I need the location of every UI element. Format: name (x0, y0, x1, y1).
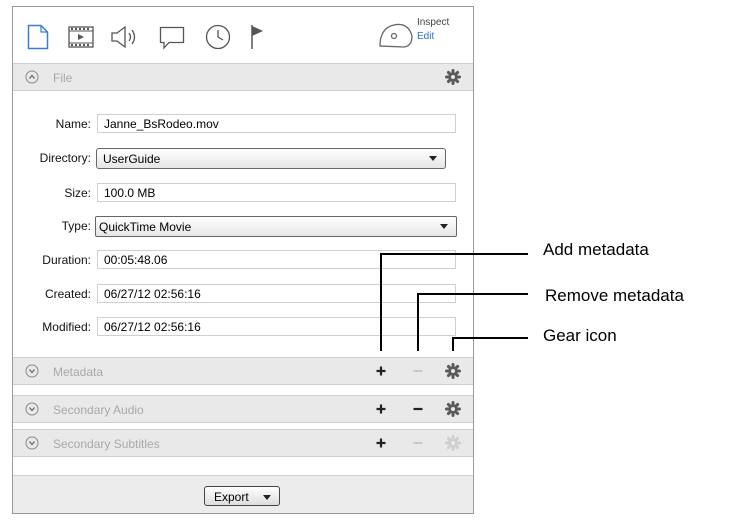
created-label: Created: (44, 287, 91, 301)
secondary-audio-gear-icon[interactable] (444, 400, 462, 418)
expand-chevron-icon[interactable] (25, 402, 39, 416)
inspect-label: Inspect (417, 17, 450, 28)
remove-metadata-callout: Remove metadata (545, 286, 684, 305)
file-icon[interactable] (27, 24, 49, 55)
metadata-gear-icon[interactable] (444, 362, 462, 380)
remove-icon[interactable] (409, 362, 427, 380)
type-select[interactable]: QuickTime Movie (95, 216, 457, 237)
secondary-subtitles-section-title: Secondary Subtitles (53, 437, 160, 451)
inspect-icon[interactable] (378, 22, 414, 55)
add-icon[interactable] (372, 434, 390, 452)
collapse-chevron-icon[interactable] (25, 70, 39, 84)
add-callout-line-horizontal (380, 253, 528, 255)
add-callout-line-vertical (380, 253, 382, 351)
type-label: Type: (61, 219, 91, 233)
add-icon[interactable] (372, 362, 390, 380)
add-icon[interactable] (372, 400, 390, 418)
name-field[interactable]: Janne_BsRodeo.mov (97, 114, 456, 133)
created-field[interactable]: 06/27/12 02:56:16 (97, 284, 456, 303)
clock-icon[interactable] (205, 24, 231, 55)
directory-select[interactable]: UserGuide (96, 148, 446, 169)
directory-label: Directory: (39, 151, 91, 165)
metadata-section-header[interactable]: Metadata (13, 357, 473, 385)
file-gear-icon[interactable] (444, 68, 462, 86)
expand-chevron-icon[interactable] (25, 364, 39, 378)
size-field[interactable]: 100.0 MB (97, 183, 456, 202)
flag-icon[interactable] (250, 24, 266, 55)
file-section-title: File (53, 71, 73, 85)
modified-label: Modified: (42, 320, 91, 334)
dropdown-arrow-icon (440, 224, 448, 229)
duration-label: Duration: (42, 253, 91, 267)
audio-icon[interactable] (110, 25, 140, 54)
name-label: Name: (55, 117, 91, 131)
inspector-toolbar: Inspect Edit (13, 7, 473, 63)
remove-icon[interactable] (409, 400, 427, 418)
export-button[interactable]: Export (204, 486, 280, 506)
metadata-section-title: Metadata (53, 365, 104, 379)
subtitle-icon[interactable] (159, 26, 185, 55)
modified-field[interactable]: 06/27/12 02:56:16 (97, 317, 456, 336)
inspector-panel: Inspect Edit File Name: Janne_BsRodeo.mo… (12, 6, 474, 514)
inspector-footer: Export (13, 475, 473, 513)
gear-callout-line-horizontal (452, 337, 528, 339)
type-value: QuickTime Movie (99, 220, 192, 234)
remove-callout-line-horizontal (417, 293, 528, 295)
dropdown-arrow-icon (429, 156, 437, 161)
secondary-audio-section-title: Secondary Audio (53, 403, 144, 417)
directory-value: UserGuide (103, 152, 161, 166)
secondary-subtitles-gear-icon[interactable] (444, 434, 462, 452)
movie-icon[interactable] (68, 26, 94, 53)
secondary-audio-section-header[interactable]: Secondary Audio (13, 395, 473, 423)
gear-icon-callout: Gear icon (543, 326, 617, 345)
remove-callout-line-vertical (417, 293, 419, 351)
remove-icon[interactable] (409, 434, 427, 452)
gear-callout-line-vertical (452, 337, 454, 351)
edit-link[interactable]: Edit (417, 31, 434, 42)
dropdown-arrow-icon (263, 495, 271, 500)
size-label: Size: (64, 186, 91, 200)
file-section-header[interactable]: File (13, 63, 473, 91)
secondary-subtitles-section-header[interactable]: Secondary Subtitles (13, 429, 473, 457)
expand-chevron-icon[interactable] (25, 436, 39, 450)
add-metadata-callout: Add metadata (543, 240, 649, 259)
export-label: Export (214, 490, 249, 504)
